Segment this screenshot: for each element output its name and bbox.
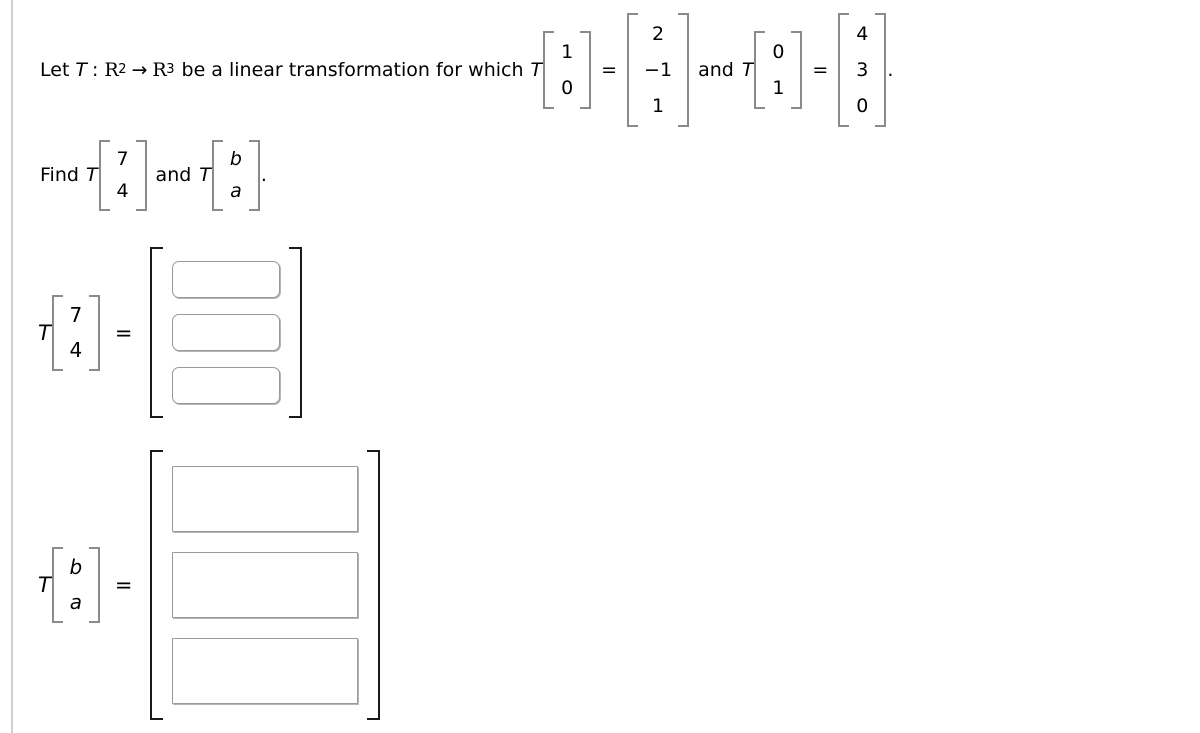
bracket-left: [150, 450, 164, 720]
vector-entry: 2: [652, 23, 665, 45]
answer1-field-row2[interactable]: [172, 314, 281, 351]
vector-entry: −1: [644, 59, 673, 82]
bracket-left: [51, 294, 63, 371]
bracket-left: [838, 13, 850, 128]
answer1-label: T 7 4 =: [38, 294, 150, 371]
statement-conjunction: and: [698, 58, 734, 81]
bracket-left: [98, 140, 110, 211]
answer1-map-symbol: T: [38, 320, 51, 345]
page-left-rule: [11, 0, 13, 733]
vector-entry: 0: [561, 77, 574, 100]
bracket-right: [791, 31, 803, 110]
vector-entry: 4: [69, 337, 83, 362]
instruction-first-vector: 7 4: [98, 140, 147, 211]
given2-output-vector: 4 3 0: [838, 13, 887, 128]
bracket-right: [135, 140, 147, 211]
instruction-line: Find T 7 4 and T b a .: [40, 140, 267, 211]
instruction-second-map-symbol: T: [199, 164, 211, 187]
bracket-right: [248, 140, 260, 211]
answer2-map-symbol: T: [38, 573, 51, 597]
bracket-left: [51, 547, 63, 623]
answer2-vector-bracket: [150, 450, 381, 720]
answer2-field-row1[interactable]: [172, 466, 359, 532]
answer1-field-row3[interactable]: [172, 367, 281, 404]
instruction-conjunction: and: [155, 163, 192, 186]
instruction-terminator: .: [260, 164, 267, 187]
statement-middle-text: be a linear transformation for which: [181, 58, 524, 81]
answer1-field-stack: [163, 247, 289, 418]
bracket-left: [627, 13, 639, 128]
given1-map-symbol: T: [530, 59, 543, 82]
bracket-right: [367, 450, 381, 720]
vector-entry: 0: [772, 41, 785, 64]
vector-entry: 7: [69, 302, 83, 327]
vector-entry: 1: [772, 77, 785, 100]
vector-entry: 1: [561, 41, 574, 64]
vector-entry: 4: [116, 180, 129, 203]
vector-entry: b: [69, 555, 83, 579]
statement-lead: Let: [40, 58, 70, 81]
bracket-right: [580, 31, 592, 110]
vector-entry: 3: [856, 59, 869, 82]
given2-equals: =: [812, 59, 829, 82]
bracket-left: [543, 31, 555, 110]
transform-symbol: T: [75, 59, 87, 82]
bracket-right: [88, 294, 100, 371]
vector-entry: 7: [116, 148, 129, 170]
answer2-equals: =: [114, 573, 133, 597]
given1-output-vector: 2 −1 1: [627, 13, 690, 128]
vector-entry: b: [229, 148, 242, 170]
vector-entry: 4: [856, 23, 869, 45]
answer2-field-row2[interactable]: [172, 552, 359, 618]
answer2-input-vector: b a: [51, 547, 100, 623]
bracket-right: [289, 247, 303, 418]
bracket-right: [88, 547, 100, 623]
mapping-arrow-icon: →: [131, 59, 148, 82]
vector-entry: 0: [856, 95, 869, 118]
answer2-field-row3[interactable]: [172, 638, 359, 704]
given1-input-vector: 1 0: [543, 31, 592, 110]
answer-row-symbolic: T b a =: [38, 450, 381, 720]
bracket-left: [150, 247, 164, 418]
answer1-input-vector: 7 4: [51, 294, 100, 371]
answer-row-numeric: T 7 4 =: [38, 247, 303, 418]
given2-input-vector: 0 1: [754, 31, 803, 110]
bracket-left: [211, 140, 223, 211]
answer1-equals: =: [114, 320, 133, 345]
answer2-label: T b a =: [38, 547, 150, 623]
given1-equals: =: [601, 59, 618, 82]
vector-entry: a: [69, 590, 82, 614]
bracket-right: [678, 13, 690, 128]
instruction-lead: Find: [40, 163, 79, 186]
codomain-symbol: R: [152, 59, 167, 82]
bracket-right: [875, 13, 887, 128]
bracket-left: [754, 31, 766, 110]
problem-statement-line: Let T : R 2 → R 3 be a linear transformati…: [40, 13, 894, 128]
statement-colon: :: [92, 58, 99, 81]
answer2-field-stack: [163, 450, 367, 720]
answer1-field-row1[interactable]: [172, 261, 281, 298]
vector-entry: 1: [652, 95, 665, 118]
instruction-second-vector: b a: [211, 140, 260, 211]
vector-entry: a: [230, 180, 242, 203]
given2-map-symbol: T: [741, 59, 754, 82]
answer1-vector-bracket: [150, 247, 303, 418]
domain-symbol: R: [104, 59, 119, 82]
statement-terminator: .: [887, 59, 894, 82]
instruction-map-symbol: T: [85, 164, 98, 187]
